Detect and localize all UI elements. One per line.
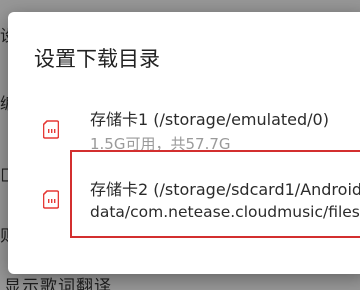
highlight-box	[70, 150, 360, 238]
storage-option-title: 存储卡1 (/storage/emulated/0)	[90, 110, 329, 129]
sd-card-icon	[42, 190, 60, 213]
dialog-title: 设置下载目录	[34, 47, 160, 71]
sd-card-icon	[42, 120, 60, 143]
